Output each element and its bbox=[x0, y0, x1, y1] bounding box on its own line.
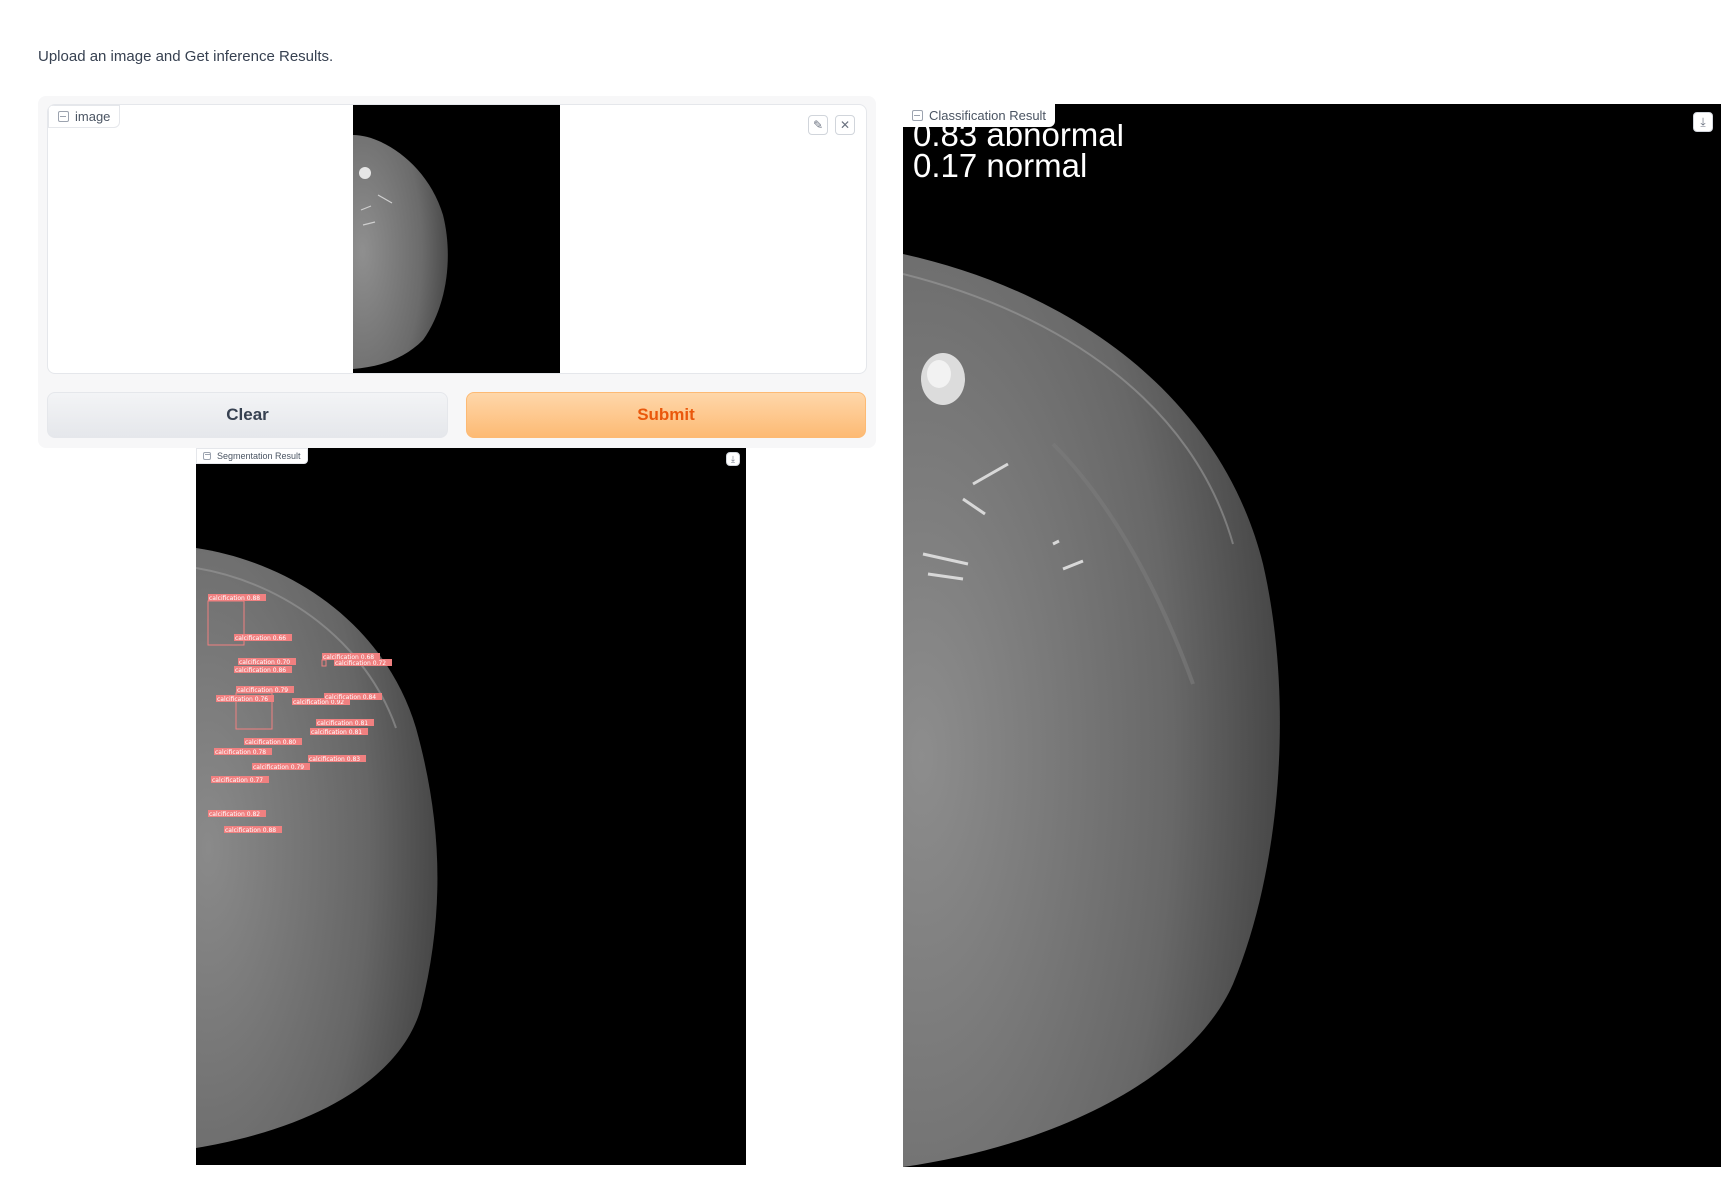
classification-result-label-text: Classification Result bbox=[929, 108, 1047, 123]
app-description: Upload an image and Get inference Result… bbox=[38, 48, 334, 65]
image-icon bbox=[912, 110, 923, 121]
image-input-label-text: image bbox=[75, 109, 111, 124]
detection-label: calcification 0.80 bbox=[245, 739, 296, 746]
detection-label: calcification 0.79 bbox=[253, 764, 304, 771]
image-icon bbox=[58, 111, 69, 122]
segmentation-image: calcification 0.88 calcification 0.66 calc… bbox=[196, 448, 746, 1165]
submit-button[interactable]: Submit bbox=[466, 392, 866, 438]
detection-label: calcification 0.83 bbox=[309, 756, 360, 763]
uploaded-image-preview bbox=[353, 105, 560, 373]
detection-label: calcification 0.82 bbox=[209, 811, 260, 818]
download-icon[interactable]: ⤓ bbox=[726, 452, 740, 466]
close-icon[interactable]: ✕ bbox=[835, 115, 855, 135]
image-icon bbox=[203, 452, 211, 460]
detection-label: calcification 0.81 bbox=[311, 729, 362, 736]
classification-result-label: Classification Result bbox=[903, 104, 1056, 127]
detection-label: calcification 0.77 bbox=[212, 777, 263, 784]
detection-label: calcification 0.76 bbox=[217, 696, 268, 703]
detection-label: calcification 0.81 bbox=[317, 720, 368, 727]
detection-label: calcification 0.88 bbox=[225, 827, 276, 834]
segmentation-result-label: Segmentation Result bbox=[196, 448, 308, 464]
segmentation-result-label-text: Segmentation Result bbox=[217, 451, 301, 461]
pencil-icon[interactable]: ✎ bbox=[808, 115, 828, 135]
segmentation-result: calcification 0.88 calcification 0.66 calc… bbox=[196, 448, 746, 1165]
classification-result: Classification Result ⤓ bbox=[903, 104, 1721, 1167]
detection-label: calcification 0.79 bbox=[237, 687, 288, 694]
detection-label: calcification 0.84 bbox=[325, 694, 376, 701]
image-input-label: image bbox=[48, 105, 121, 128]
detection-label: calcification 0.88 bbox=[209, 595, 260, 602]
clear-button[interactable]: Clear bbox=[47, 392, 448, 438]
classification-line-2: 0.17 normal bbox=[913, 147, 1088, 184]
download-icon[interactable]: ⤓ bbox=[1693, 112, 1713, 132]
detection-label: calcification 0.72 bbox=[335, 660, 386, 667]
detection-label: calcification 0.66 bbox=[235, 635, 286, 642]
detection-label: calcification 0.86 bbox=[235, 667, 286, 674]
classification-image bbox=[903, 104, 1721, 1167]
image-input[interactable]: image ✎ ✕ bbox=[47, 104, 867, 374]
detection-label: calcification 0.78 bbox=[215, 749, 266, 756]
detection-label: calcification 0.70 bbox=[239, 659, 290, 666]
